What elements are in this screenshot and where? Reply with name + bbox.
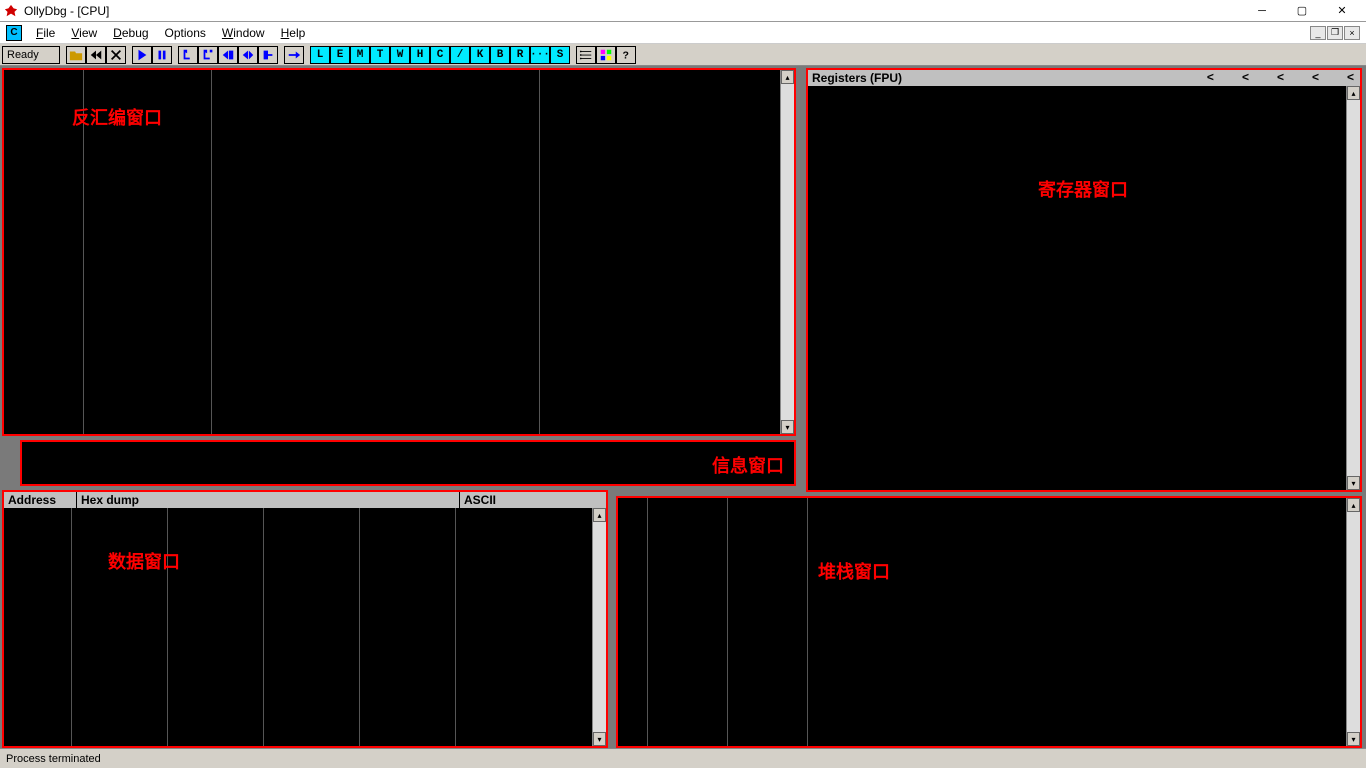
stack-pane[interactable]: ▴▾ 堆栈窗口 [616, 496, 1362, 748]
window-btn-r[interactable]: R [510, 46, 530, 64]
menu-window[interactable]: Window [214, 24, 273, 42]
menu-options[interactable]: Options [157, 24, 214, 42]
svg-text:?: ? [623, 49, 629, 61]
window-btn-w[interactable]: W [390, 46, 410, 64]
execute-till-return-button[interactable] [258, 46, 278, 64]
registers-pane[interactable]: Registers (FPU) <<<<< ▴▾ 寄存器窗口 [806, 68, 1362, 492]
mdi-restore-button[interactable]: ❐ [1327, 26, 1343, 40]
menubar: C File View Debug Options Window Help _ … [0, 22, 1366, 44]
goto-button[interactable] [284, 46, 304, 64]
dump-col-address[interactable]: Address [8, 493, 76, 507]
window-buttons: LEMTWHC/KBR···S [310, 46, 570, 64]
window-btn-s[interactable]: S [550, 46, 570, 64]
disassembly-pane[interactable]: ▴▾ 反汇编窗口 [2, 68, 796, 436]
statusbar: Process terminated [0, 748, 1366, 768]
disasm-annotation: 反汇编窗口 [72, 104, 162, 130]
dump-col-hex[interactable]: Hex dump [77, 493, 459, 507]
status-text: Process terminated [6, 753, 101, 765]
rewind-button[interactable] [86, 46, 106, 64]
open-button[interactable] [66, 46, 86, 64]
window-btn-···[interactable]: ··· [530, 46, 550, 64]
titlebar: OllyDbg - [CPU] ─ ▢ ✕ [0, 0, 1366, 22]
stack-scrollbar[interactable]: ▴▾ [1346, 498, 1360, 746]
registers-annotation: 寄存器窗口 [1038, 176, 1128, 202]
menu-view[interactable]: View [63, 24, 105, 42]
window-btn-l[interactable]: L [310, 46, 330, 64]
dump-scrollbar[interactable]: ▴▾ [592, 508, 606, 746]
registers-header[interactable]: Registers (FPU) <<<<< [808, 70, 1360, 86]
window-btn-b[interactable]: B [490, 46, 510, 64]
app-icon [4, 4, 18, 18]
mdi-close-button[interactable]: × [1344, 26, 1360, 40]
dump-col-ascii[interactable]: ASCII [460, 493, 496, 507]
step-over-button[interactable] [198, 46, 218, 64]
menu-file[interactable]: File [28, 24, 63, 42]
window-btn-h[interactable]: H [410, 46, 430, 64]
info-pane[interactable]: 信息窗口 [20, 440, 796, 486]
window-btn-e[interactable]: E [330, 46, 350, 64]
window-btn-k[interactable]: K [470, 46, 490, 64]
menu-debug[interactable]: Debug [105, 24, 156, 42]
toolbar: Ready LEMTWHC/KBR···S ? [0, 44, 1366, 66]
trace-over-button[interactable] [238, 46, 258, 64]
mdi-icon[interactable]: C [6, 25, 22, 41]
minimize-button[interactable]: ─ [1242, 1, 1282, 21]
help-button[interactable]: ? [616, 46, 636, 64]
pause-button[interactable] [152, 46, 172, 64]
window-btn-/[interactable]: / [450, 46, 470, 64]
run-button[interactable] [132, 46, 152, 64]
workarea: ▴▾ 反汇编窗口 Registers (FPU) <<<<< ▴▾ 寄存器窗口 … [0, 66, 1366, 748]
info-annotation: 信息窗口 [712, 452, 784, 478]
dump-annotation: 数据窗口 [108, 548, 180, 574]
trace-into-button[interactable] [218, 46, 238, 64]
window-btn-m[interactable]: M [350, 46, 370, 64]
status-ready: Ready [2, 46, 60, 64]
window-btn-c[interactable]: C [430, 46, 450, 64]
maximize-button[interactable]: ▢ [1282, 1, 1322, 21]
window-title: OllyDbg - [CPU] [24, 4, 1242, 18]
registers-scrollbar[interactable]: ▴▾ [1346, 86, 1360, 490]
appearance-list-button[interactable] [576, 46, 596, 64]
mdi-minimize-button[interactable]: _ [1310, 26, 1326, 40]
stop-button[interactable] [106, 46, 126, 64]
disasm-scrollbar[interactable]: ▴▾ [780, 70, 794, 434]
dump-pane[interactable]: Address Hex dump ASCII ▴▾ 数据窗口 [2, 490, 608, 748]
stack-annotation: 堆栈窗口 [818, 558, 890, 584]
step-into-button[interactable] [178, 46, 198, 64]
dump-header: Address Hex dump ASCII [4, 492, 606, 508]
appearance-grid-button[interactable] [596, 46, 616, 64]
window-btn-t[interactable]: T [370, 46, 390, 64]
close-button[interactable]: ✕ [1322, 1, 1362, 21]
registers-chevrons[interactable]: <<<<< [1207, 70, 1354, 84]
menu-help[interactable]: Help [273, 24, 314, 42]
